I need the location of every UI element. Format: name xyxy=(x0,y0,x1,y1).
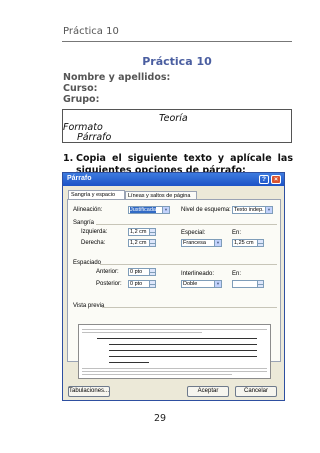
course-label: Curso: xyxy=(63,83,98,94)
close-icon[interactable]: × xyxy=(271,175,281,184)
divider xyxy=(96,224,277,225)
preview-line xyxy=(82,332,202,333)
help-icon[interactable]: ? xyxy=(259,175,269,184)
at-field[interactable] xyxy=(232,280,264,288)
page-title: Práctica 10 xyxy=(142,55,212,68)
dialog-title: Párrafo xyxy=(67,175,92,182)
preview-text-line xyxy=(109,344,257,345)
by-value: 1,25 cm xyxy=(234,240,254,246)
alignment-select[interactable]: Justificada ▼ xyxy=(128,206,170,214)
spinner-arrows-icon[interactable] xyxy=(149,269,155,275)
before-field[interactable]: 0 pto xyxy=(128,268,156,276)
name-label: Nombre y apellidos: xyxy=(63,72,171,83)
page-number: 29 xyxy=(153,413,167,424)
outline-level-select[interactable]: Texto indep. ▼ xyxy=(232,206,273,214)
before-value: 0 pto xyxy=(130,269,143,275)
divider xyxy=(102,307,277,308)
preview-line xyxy=(82,368,267,369)
preview-text-line xyxy=(109,362,149,363)
preview-line xyxy=(82,329,267,330)
outline-level-label: Nivel de esquema: xyxy=(181,207,231,213)
chevron-down-icon[interactable]: ▼ xyxy=(214,240,221,246)
preview-text-line xyxy=(97,338,257,339)
preview-text-line xyxy=(109,350,257,351)
spinner-arrows-icon[interactable] xyxy=(149,240,155,246)
special-label: Especial: xyxy=(181,230,206,236)
preview-line xyxy=(82,371,267,372)
group-label: Grupo: xyxy=(63,94,100,105)
special-select[interactable]: Francesa ▼ xyxy=(181,239,222,247)
by-label: En: xyxy=(232,230,242,236)
at-label: En: xyxy=(232,271,242,277)
tabs-button[interactable]: Tabulaciones... xyxy=(68,386,110,397)
after-label: Posterior: xyxy=(96,281,122,287)
running-header: Práctica 10 xyxy=(63,26,119,37)
right-indent-value: 1,2 cm xyxy=(130,240,147,246)
chevron-down-icon[interactable]: ▼ xyxy=(265,207,272,213)
spacing-section-label: Espaciado xyxy=(73,260,102,266)
left-indent-field[interactable]: 1,2 cm xyxy=(128,228,156,236)
left-indent-label: Izquierda: xyxy=(81,229,108,235)
alignment-label: Alineación: xyxy=(73,207,103,213)
after-field[interactable]: 0 pto xyxy=(128,280,156,288)
dialog-panel: Alineación: Justificada ▼ Nivel de esque… xyxy=(67,199,281,379)
special-value: Francesa xyxy=(183,240,206,246)
line-spacing-select[interactable]: Doble ▼ xyxy=(181,280,222,288)
dialog-titlebar: Párrafo ? × xyxy=(63,173,284,186)
left-indent-value: 1,2 cm xyxy=(130,229,147,235)
by-field[interactable]: 1,25 cm xyxy=(232,239,264,247)
line-spacing-label: Interlineado: xyxy=(181,271,215,277)
spinner-arrows-icon[interactable] xyxy=(257,281,263,287)
preview-text-line xyxy=(109,356,257,357)
cancel-button[interactable]: Cancelar xyxy=(235,386,277,397)
preview-line xyxy=(82,374,232,375)
paragraph-dialog: Párrafo ? × Sangría y espacio Líneas y s… xyxy=(62,172,285,401)
spinner-arrows-icon[interactable] xyxy=(149,229,155,235)
right-indent-field[interactable]: 1,2 cm xyxy=(128,239,156,247)
ok-button[interactable]: Aceptar xyxy=(187,386,229,397)
chevron-down-icon[interactable]: ▼ xyxy=(162,207,169,213)
theory-box: Teoría Formato Párrafo xyxy=(62,109,292,143)
line-spacing-value: Doble xyxy=(183,281,198,287)
divider xyxy=(100,264,277,265)
before-label: Anterior: xyxy=(96,269,119,275)
preview-section-label: Vista previa xyxy=(73,303,105,309)
preview-box xyxy=(78,324,271,379)
spinner-arrows-icon[interactable] xyxy=(257,240,263,246)
chevron-down-icon[interactable]: ▼ xyxy=(214,281,221,287)
theory-line-paragraph: Párrafo xyxy=(77,132,112,143)
header-rule xyxy=(62,41,292,42)
indent-section-label: Sangría xyxy=(73,220,95,226)
exercise-number: 1. xyxy=(63,153,74,164)
spinner-arrows-icon[interactable] xyxy=(149,281,155,287)
right-indent-label: Derecha: xyxy=(81,240,106,246)
alignment-value: Justificada xyxy=(130,207,156,213)
outline-level-value: Texto indep. xyxy=(234,207,264,213)
theory-heading: Teoría xyxy=(159,113,188,124)
after-value: 0 pto xyxy=(130,281,143,287)
